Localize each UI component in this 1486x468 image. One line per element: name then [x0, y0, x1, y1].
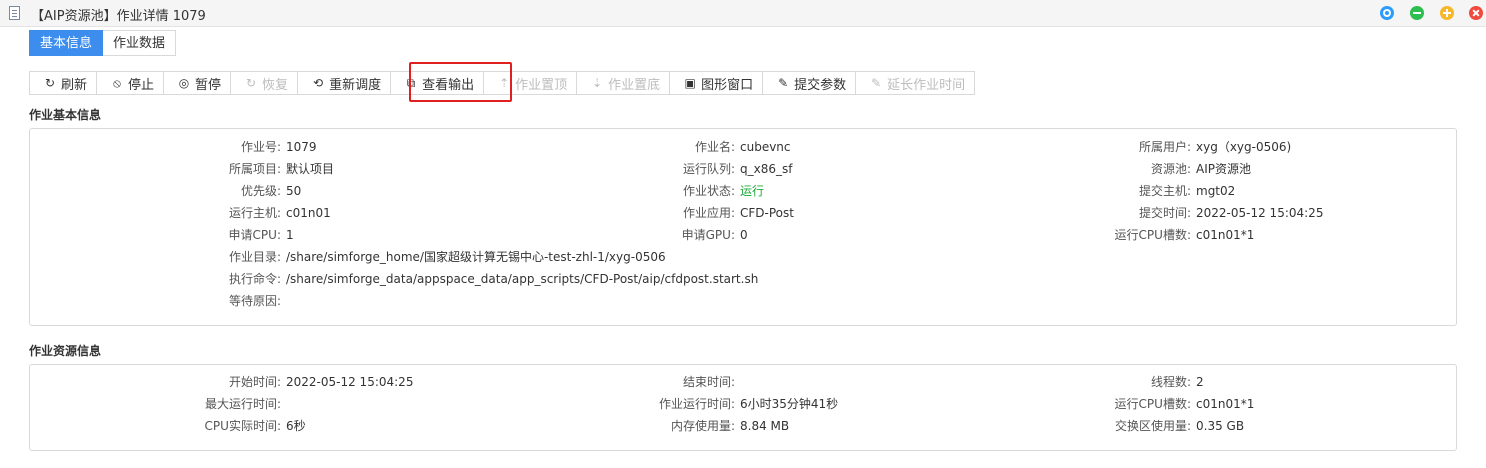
field-label: 所属项目:	[228, 162, 281, 176]
toolbar-button-label: 停止	[128, 77, 155, 93]
resume-icon: ↻	[246, 76, 257, 90]
field-label: 优先级:	[240, 184, 281, 198]
refresh-icon: ↻	[44, 76, 56, 90]
tab-job-data[interactable]: 作业数据	[103, 30, 177, 56]
toolbar-button-label: 重新调度	[329, 77, 382, 93]
field-value: 1079	[286, 140, 317, 154]
graphic-window-icon: ▣	[684, 76, 696, 90]
field-label: 资源池:	[1150, 162, 1191, 176]
field-label: 运行队列:	[682, 162, 735, 176]
toolbar-button-label: 作业置底	[608, 77, 661, 93]
minimize-icon[interactable]	[1410, 6, 1424, 20]
field-label: 作业状态:	[682, 184, 735, 198]
field-value: 50	[286, 184, 302, 198]
basic-info-panel: 作业号: 1079 作业名: cubevnc 所属用户: xyg（xyg-0506) 所属项…	[29, 128, 1457, 326]
window-titlebar: 【AIP资源池】作业详情 1079	[0, 0, 1486, 27]
toolbar-button-extend-time[interactable]: ✎ 延长作业时间	[856, 71, 976, 95]
section-title-basic: 作业基本信息	[29, 108, 102, 122]
toolbar-button-bottom[interactable]: ⇣ 作业置底	[577, 71, 671, 95]
field-value: CFD-Post	[740, 206, 794, 220]
field-label: 执行命令:	[228, 272, 281, 286]
field-value: 2022-05-12 15:04:25	[286, 375, 414, 389]
field-value: /share/simforge_data/appspace_data/app_s…	[286, 272, 759, 286]
field-value: cubevnc	[740, 140, 791, 154]
toolbar-button-label: 暂停	[195, 77, 222, 93]
section-title-resource: 作业资源信息	[29, 344, 102, 358]
field-label: 提交主机:	[1138, 184, 1191, 198]
field-value: 1	[286, 228, 294, 242]
toolbar-button-label: 提交参数	[794, 77, 847, 93]
field-value: 6秒	[286, 419, 306, 433]
document-icon	[9, 6, 20, 20]
field-label: 作业运行时间:	[658, 397, 735, 411]
toolbar-button-label: 图形窗口	[701, 77, 754, 93]
action-toolbar: ↻ 刷新 ⦸ 停止 ◎ 暂停 ↻ 恢复 ⟲ 重新调度 ⧉ 查看输出 ⇡ 作业置顶 ⇣ 作业置底 ▣ 图形窗口 ✎ 提交…	[29, 71, 976, 95]
toolbar-button-view-output[interactable]: ⧉ 查看输出	[391, 71, 485, 95]
field-value: AIP资源池	[1196, 162, 1251, 176]
field-value: c01n01*1	[1196, 397, 1255, 411]
bottom-icon: ⇣	[592, 76, 603, 90]
field-value: 默认项目	[286, 162, 335, 176]
field-value: xyg（xyg-0506)	[1196, 140, 1292, 154]
field-label: 结束时间:	[682, 375, 735, 389]
field-label: 最大运行时间:	[204, 397, 281, 411]
field-label: 申请GPU:	[681, 228, 735, 242]
toolbar-button-refresh[interactable]: ↻ 刷新	[29, 71, 98, 95]
field-value: 2022-05-12 15:04:25	[1196, 206, 1324, 220]
reschedule-icon: ⟲	[313, 76, 324, 90]
toolbar-button-resume[interactable]: ↻ 恢复	[231, 71, 299, 95]
field-label: 作业号:	[240, 140, 281, 154]
window-title: 【AIP资源池】作业详情 1079	[31, 9, 206, 24]
field-value: /share/simforge_home/国家超级计算无锡中心-test-zhl…	[286, 250, 666, 264]
close-icon[interactable]	[1469, 6, 1483, 20]
field-label: 作业名:	[694, 140, 735, 154]
field-value: 0.35 GB	[1196, 419, 1245, 433]
submit-params-icon: ✎	[778, 76, 789, 90]
field-value: 2	[1196, 375, 1204, 389]
view-output-icon: ⧉	[406, 75, 416, 90]
toolbar-button-label: 恢复	[262, 77, 289, 93]
field-value: c01n01	[286, 206, 331, 220]
stop-icon: ⦸	[113, 75, 121, 90]
field-label: 作业应用:	[682, 206, 735, 220]
toolbar-button-stop[interactable]: ⦸ 停止	[97, 71, 165, 95]
field-label: 线程数:	[1150, 375, 1191, 389]
field-label: CPU实际时间:	[204, 419, 281, 433]
tab-bar: 基本信息 作业数据	[29, 30, 177, 56]
maximize-icon[interactable]	[1440, 6, 1454, 20]
toolbar-button-label: 查看输出	[422, 77, 475, 93]
pause-icon: ◎	[178, 76, 190, 90]
field-value: 8.84 MB	[740, 419, 790, 433]
target-icon[interactable]	[1380, 6, 1394, 20]
field-label: 内存使用量:	[670, 419, 735, 433]
field-label: 运行CPU槽数:	[1114, 228, 1191, 242]
field-label: 作业目录:	[228, 250, 281, 264]
field-label: 交换区使用量:	[1114, 419, 1191, 433]
field-label: 开始时间:	[228, 375, 281, 389]
toolbar-button-graphic-window[interactable]: ▣ 图形窗口	[670, 71, 764, 95]
top-icon: ⇡	[499, 76, 510, 90]
toolbar-button-submit-params[interactable]: ✎ 提交参数	[763, 71, 857, 95]
extend-time-icon: ✎	[871, 76, 882, 90]
tab-basic-info[interactable]: 基本信息	[29, 30, 104, 56]
field-value: q_x86_sf	[740, 162, 793, 176]
field-label: 申请CPU:	[228, 228, 281, 242]
field-value: 0	[740, 228, 748, 242]
toolbar-button-pause[interactable]: ◎ 暂停	[164, 71, 232, 95]
toolbar-button-top[interactable]: ⇡ 作业置顶	[484, 71, 578, 95]
toolbar-button-label: 延长作业时间	[887, 77, 966, 93]
field-value: mgt02	[1196, 184, 1236, 198]
field-label: 运行主机:	[228, 206, 281, 220]
toolbar-button-reschedule[interactable]: ⟲ 重新调度	[298, 71, 392, 95]
field-label: 提交时间:	[1138, 206, 1191, 220]
field-value: 6小时35分钟41秒	[740, 397, 839, 411]
status-value: 运行	[740, 184, 765, 198]
resource-info-panel: 开始时间: 2022-05-12 15:04:25 结束时间: 线程数: 2 最大运行时间…	[29, 364, 1457, 451]
field-label: 所属用户:	[1138, 140, 1191, 154]
field-value: c01n01*1	[1196, 228, 1255, 242]
toolbar-button-label: 作业置顶	[515, 77, 568, 93]
toolbar-button-label: 刷新	[61, 77, 88, 93]
field-label: 运行CPU槽数:	[1114, 397, 1191, 411]
field-label: 等待原因:	[228, 294, 281, 308]
